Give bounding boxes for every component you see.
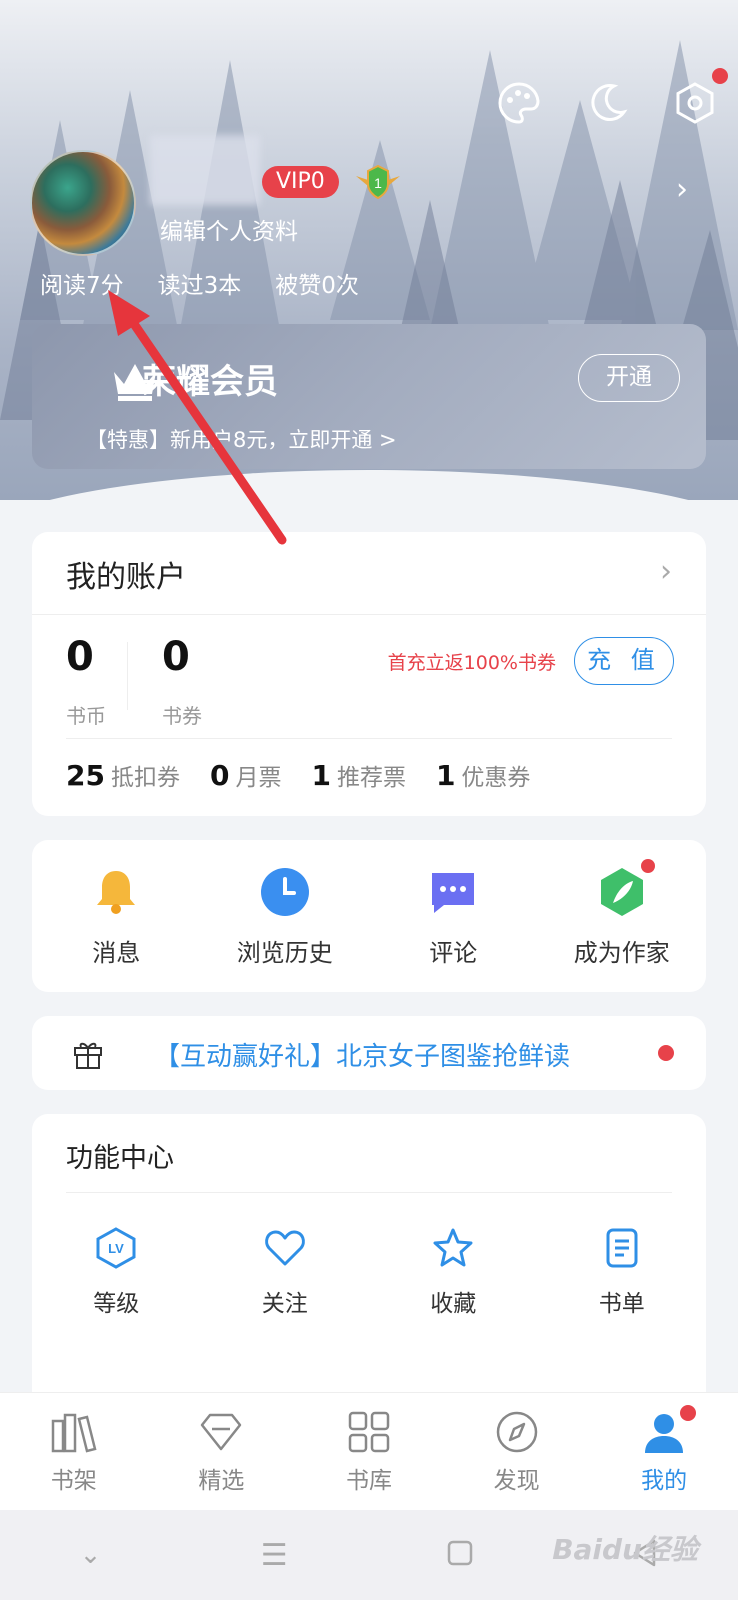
notification-dot [680, 1404, 697, 1421]
bookshelf-icon [51, 1413, 97, 1453]
gift-icon [74, 1042, 102, 1069]
divider [127, 642, 128, 710]
func-favorites[interactable]: 收藏 [378, 1226, 528, 1318]
coupon-list: 25 抵扣券 0 月票 1 推荐票 1 优惠券 [66, 758, 530, 792]
quick-actions-card: 消息 浏览历史 评论 成为作家 [32, 840, 706, 992]
heart-icon [264, 1230, 305, 1266]
quick-messages[interactable]: 消息 [41, 865, 191, 968]
coupon-monthly-ticket[interactable]: 0 月票 [210, 758, 281, 792]
divider [32, 614, 706, 615]
notification-dot [658, 1045, 674, 1061]
function-center-card: 功能中心 LV 等级 关注 收藏 书单 [32, 1114, 706, 1414]
chevron-right-icon[interactable]: › [660, 554, 672, 589]
username-blurred [150, 135, 260, 205]
settings-icon[interactable] [672, 68, 728, 126]
clock-icon [258, 865, 312, 919]
avatar[interactable] [30, 150, 136, 256]
banner-text[interactable]: 【互动赢好礼】北京女子图鉴抢鲜读 [154, 1036, 570, 1073]
func-follow[interactable]: 关注 [210, 1226, 360, 1318]
edit-profile-link[interactable]: 编辑个人资料 [160, 212, 298, 246]
vouchers-value: 0 [162, 634, 190, 680]
menu-icon[interactable]: ☰ [261, 1538, 288, 1573]
divider [66, 1192, 672, 1193]
recharge-promo: 首充立返100%书券 [387, 652, 556, 674]
svg-text:LV: LV [108, 1241, 124, 1256]
bell-icon [89, 865, 143, 919]
baidu-watermark: Baidu经验 [552, 1533, 698, 1566]
bottom-tab-bar: 书架 精选 书库 发现 我的 [0, 1392, 738, 1510]
grid-icon [348, 1411, 390, 1452]
notification-dot [712, 68, 728, 84]
chat-bubble-icon [426, 865, 480, 919]
stat-reading-score[interactable]: 阅读7分 [40, 266, 124, 300]
home-square-icon[interactable] [447, 1540, 473, 1570]
quick-become-author[interactable]: 成为作家 [547, 858, 697, 968]
level-badge: 1 [354, 164, 402, 200]
open-vip-button[interactable]: 开通 [578, 354, 680, 402]
star-icon [433, 1228, 473, 1267]
diamond-icon [201, 1413, 242, 1450]
level-icon: LV [96, 1227, 136, 1269]
tab-me[interactable]: 我的 [604, 1404, 724, 1495]
chevron-down-icon[interactable]: ⌄ [80, 1540, 102, 1570]
stat-books-read[interactable]: 读过3本 [158, 266, 242, 300]
notification-dot [640, 858, 655, 873]
func-booklist[interactable]: 书单 [547, 1226, 697, 1318]
feather-icon [595, 858, 655, 919]
coupon-deduction[interactable]: 25 抵扣券 [66, 758, 180, 792]
profile-stats: 阅读7分 读过3本 被赞0次 [40, 266, 359, 300]
account-title[interactable]: 我的账户 [66, 552, 186, 596]
divider [66, 738, 672, 739]
compass-icon [496, 1411, 537, 1452]
recharge-button[interactable]: 充 值 [574, 637, 674, 685]
tab-discover[interactable]: 发现 [457, 1409, 577, 1495]
promo-banner[interactable]: 【互动赢好礼】北京女子图鉴抢鲜读 [32, 1016, 706, 1090]
func-level[interactable]: LV 等级 [41, 1226, 191, 1318]
coupon-recommend-ticket[interactable]: 1 推荐票 [311, 758, 405, 792]
moon-icon[interactable] [584, 80, 630, 126]
tab-library[interactable]: 书库 [309, 1409, 429, 1495]
tab-bookshelf[interactable]: 书架 [14, 1409, 134, 1495]
quick-history[interactable]: 浏览历史 [210, 865, 360, 968]
palette-icon[interactable] [496, 80, 542, 126]
tab-featured[interactable]: 精选 [161, 1409, 281, 1495]
coupon-discount[interactable]: 1 优惠券 [436, 758, 530, 792]
chevron-right-icon[interactable]: › [676, 172, 688, 207]
coins-label: 书币 [66, 704, 106, 728]
svg-text:1: 1 [374, 175, 382, 191]
function-center-title: 功能中心 [66, 1143, 174, 1174]
coins-value: 0 [66, 634, 94, 680]
vip-card-subtitle[interactable]: 【特惠】新用户8元，立即开通 > [86, 424, 397, 454]
account-card: 我的账户 › 0 书币 0 书券 首充立返100%书券 充 值 25 抵扣券 0月… [32, 532, 706, 816]
quick-comments[interactable]: 评论 [378, 865, 528, 968]
booklist-icon [606, 1228, 638, 1268]
stat-likes[interactable]: 被赞0次 [275, 266, 359, 300]
vip-membership-card[interactable]: 荣耀会员 【特惠】新用户8元，立即开通 > 开通 [32, 324, 706, 469]
vip-card-title: 荣耀会员 [142, 362, 278, 402]
vip-badge[interactable]: VIP0 [262, 166, 339, 198]
vouchers-label: 书券 [162, 704, 202, 728]
profile-header: VIP0 1 编辑个人资料 › 阅读7分 读过3本 被赞0次 荣耀会员 【特惠】… [0, 0, 738, 500]
